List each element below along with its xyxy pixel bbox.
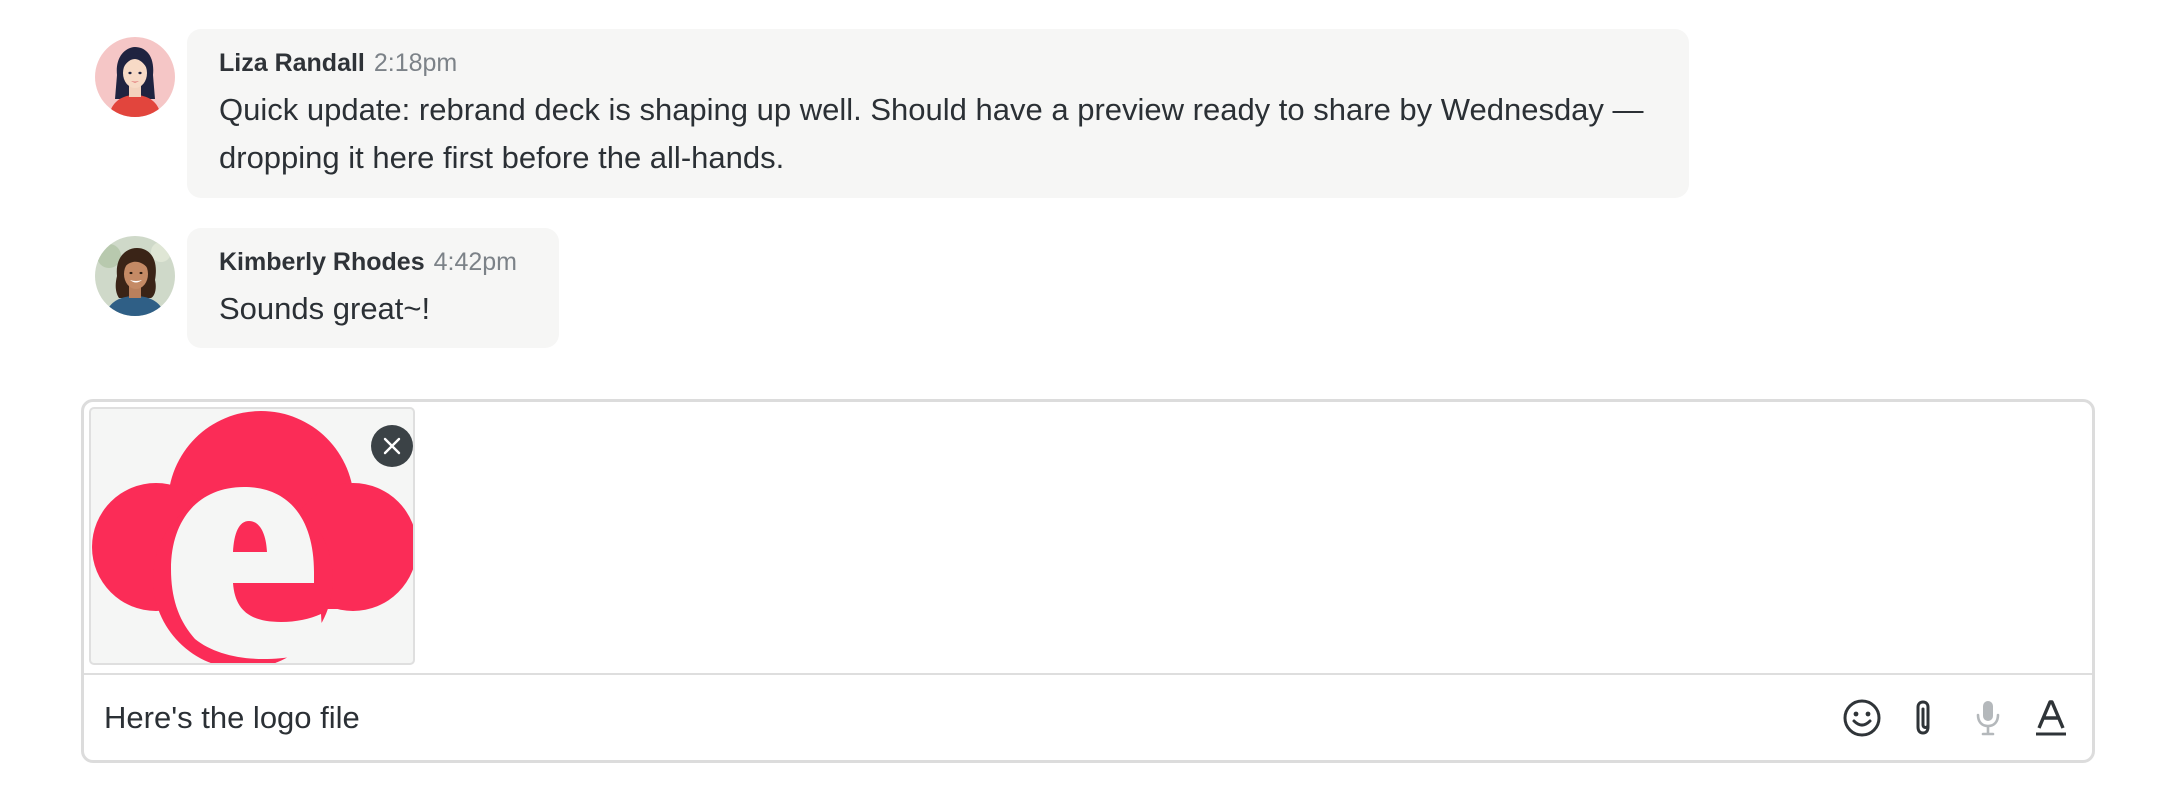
smiley-icon — [1843, 699, 1881, 737]
paperclip-icon — [1916, 700, 1930, 735]
remove-attachment-button[interactable] — [371, 425, 413, 467]
photo-woman-avatar — [95, 236, 175, 316]
message-meta: Kimberly Rhodes 4:42pm — [219, 248, 517, 277]
emoji-button[interactable] — [1840, 696, 1884, 740]
message-item: Kimberly Rhodes 4:42pm Sounds great~! — [95, 228, 559, 348]
message-text: Quick update: rebrand deck is shaping up… — [219, 92, 1644, 175]
text-format-icon — [2036, 700, 2066, 736]
cloud-e-logo — [92, 411, 413, 663]
microphone-icon — [1976, 701, 2000, 736]
avatar[interactable] — [95, 37, 175, 117]
author-name[interactable]: Kimberly Rhodes — [219, 248, 425, 277]
message-bubble: Kimberly Rhodes 4:42pm Sounds great~! — [187, 228, 559, 348]
message-meta: Liza Randall 2:18pm — [219, 49, 1657, 78]
message-item: Liza Randall 2:18pm Quick update: rebran… — [95, 29, 1689, 198]
avatar[interactable] — [95, 236, 175, 316]
voice-message-button[interactable] — [1966, 696, 2010, 740]
timestamp: 4:42pm — [433, 248, 517, 276]
timestamp: 2:18pm — [373, 49, 458, 77]
message-bubble: Liza Randall 2:18pm Quick update: rebran… — [187, 29, 1689, 198]
message-input[interactable] — [104, 675, 1804, 761]
illustrated-woman-avatar — [95, 37, 175, 117]
author-name[interactable]: Liza Randall — [219, 49, 365, 78]
attachment-preview-area — [84, 402, 2092, 675]
composer-input-row — [84, 675, 2092, 761]
attach-file-button[interactable] — [1902, 696, 1946, 740]
message-composer — [81, 399, 2095, 763]
text-format-button[interactable] — [2029, 696, 2073, 740]
close-icon — [383, 437, 401, 455]
message-text: Sounds great~! — [219, 291, 431, 326]
attachment-thumbnail[interactable] — [89, 407, 415, 665]
